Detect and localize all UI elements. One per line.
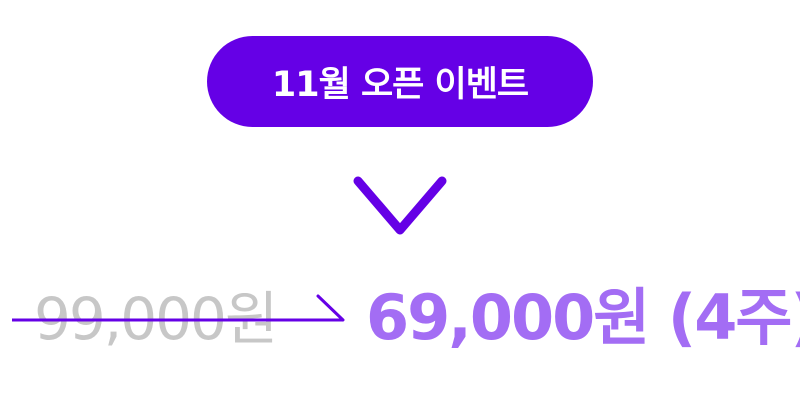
promo-banner: 11월 오픈 이벤트 99,000원 69,000원 (4주): [0, 0, 800, 400]
price-comparison: 99,000원 69,000원 (4주): [0, 270, 800, 370]
sale-price: 69,000원 (4주): [366, 281, 800, 354]
chevron-down-icon: [353, 176, 447, 235]
event-badge-label: 11월 오픈 이벤트: [271, 65, 529, 105]
arrow-right-icon: [12, 294, 345, 322]
event-badge: 11월 오픈 이벤트: [207, 36, 593, 127]
